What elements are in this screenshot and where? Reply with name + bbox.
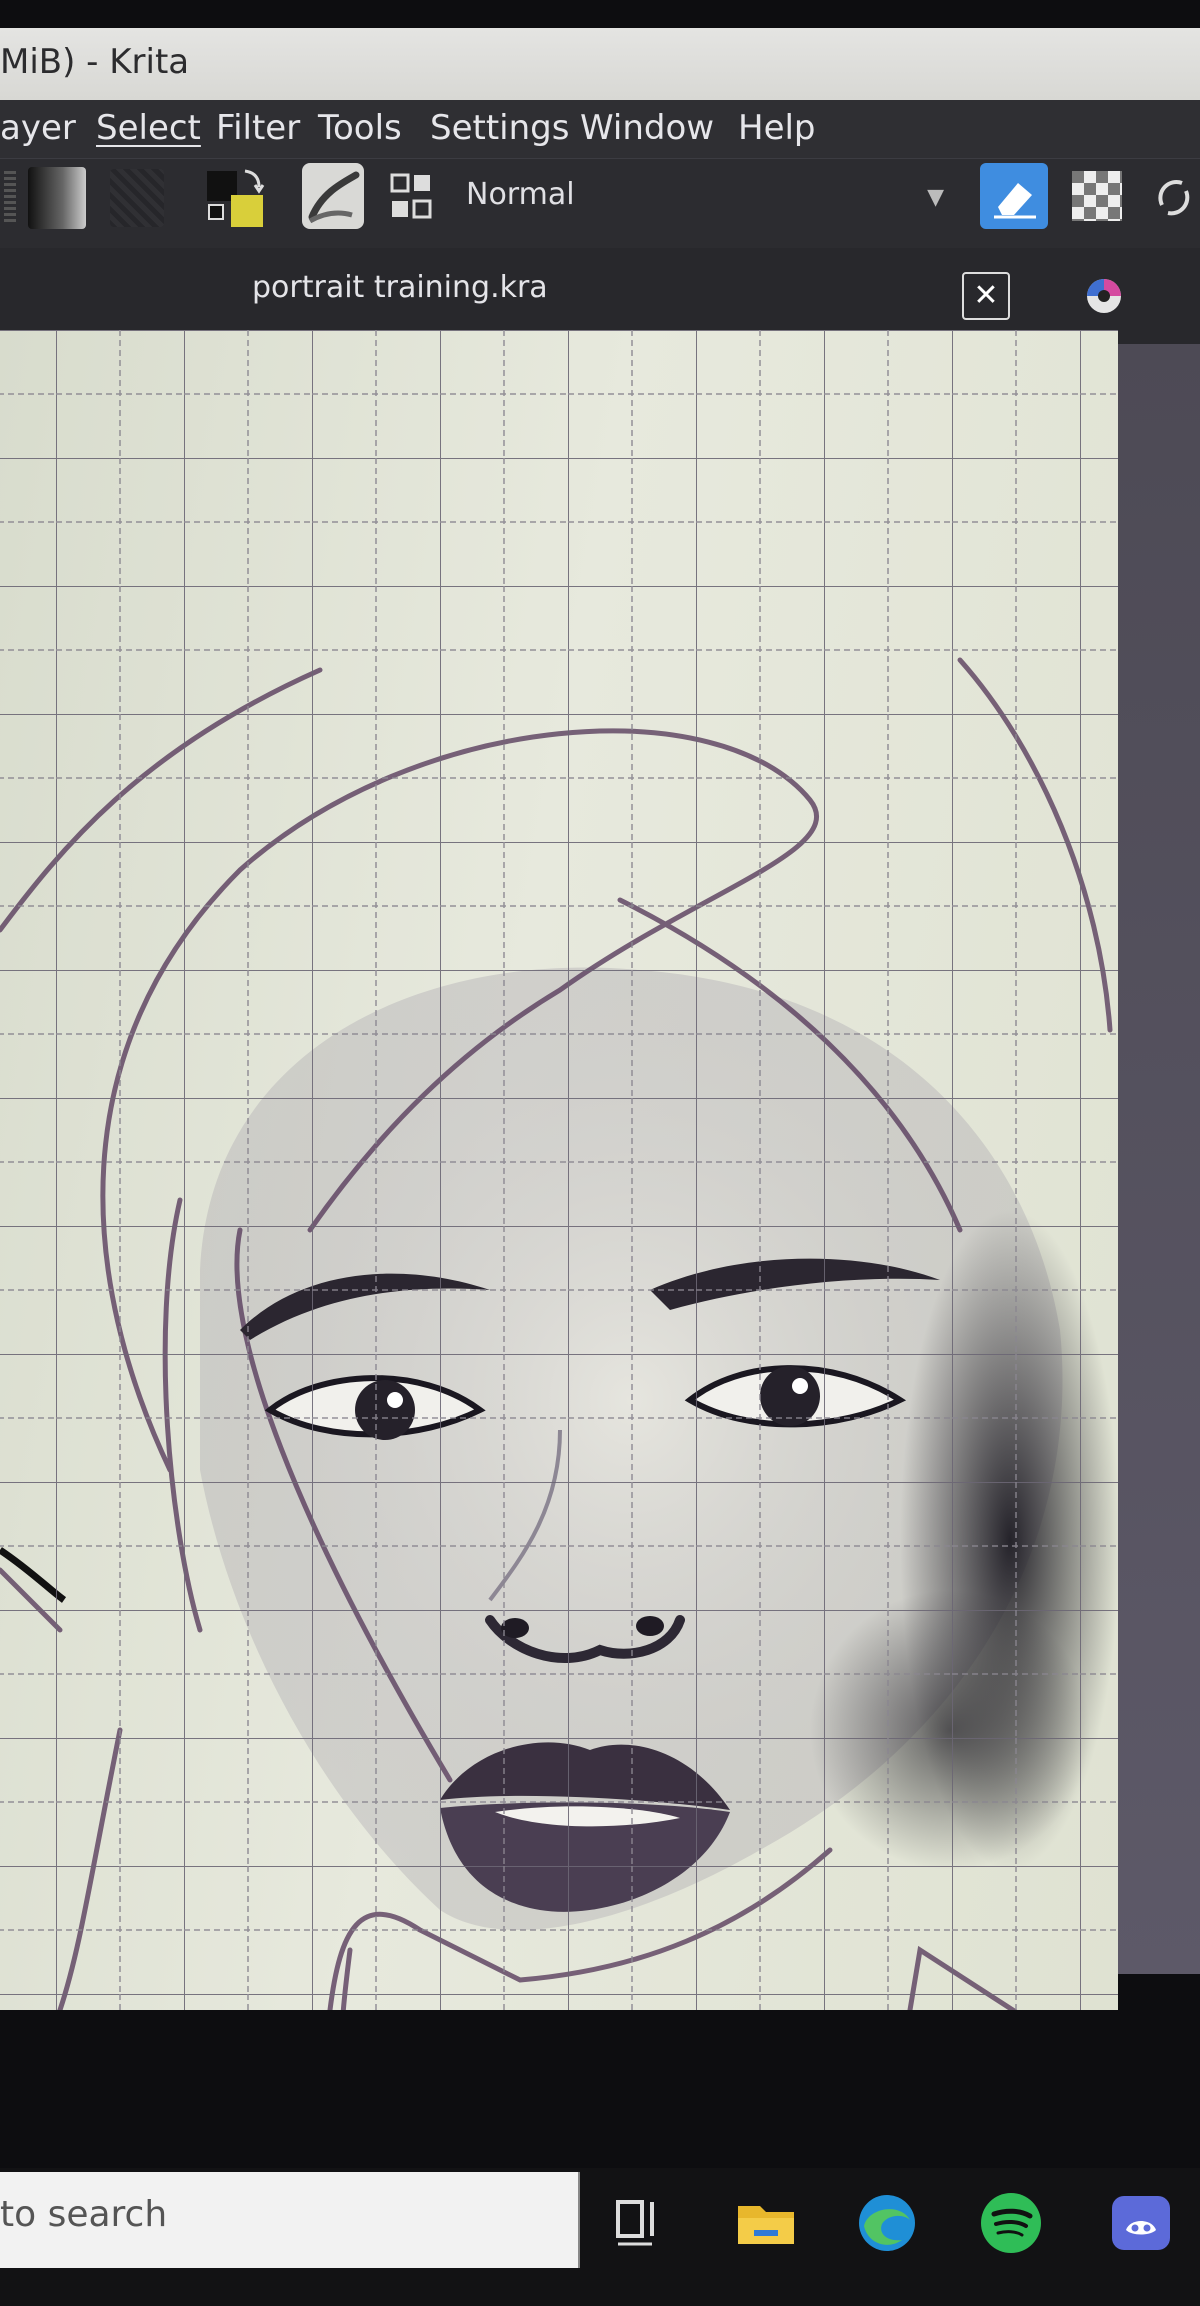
edge-icon[interactable] bbox=[852, 2188, 922, 2258]
menu-settings[interactable]: Settings bbox=[430, 108, 569, 148]
alpha-lock-icon[interactable] bbox=[1072, 171, 1122, 221]
document-tab-title[interactable]: portrait training.kra bbox=[252, 270, 548, 305]
task-view-icon[interactable] bbox=[610, 2188, 680, 2258]
menu-select[interactable]: Select bbox=[96, 108, 201, 148]
color-wheel-icon[interactable] bbox=[1084, 276, 1124, 316]
taskbar-search-box[interactable]: to search bbox=[0, 2172, 580, 2268]
menu-layer[interactable]: ayer bbox=[0, 108, 76, 148]
window-titlebar: MiB) - Krita bbox=[0, 28, 1200, 102]
portrait-artwork bbox=[0, 330, 1118, 2010]
reload-icon[interactable] bbox=[1148, 169, 1200, 225]
blend-mode-select[interactable]: Normal ▼ bbox=[458, 169, 958, 227]
close-document-button[interactable]: ✕ bbox=[962, 272, 1010, 320]
search-placeholder: to search bbox=[0, 2194, 168, 2235]
gradient-icon[interactable] bbox=[28, 167, 86, 229]
window-title: MiB) - Krita bbox=[0, 42, 190, 82]
color-swap-icon[interactable] bbox=[205, 165, 267, 231]
toolbar-grip-icon[interactable] bbox=[4, 171, 16, 225]
menu-bar: ayer Select Filter Tools Settings Window… bbox=[0, 100, 1200, 158]
chevron-down-icon: ▼ bbox=[927, 185, 944, 210]
menu-window[interactable]: Window bbox=[580, 108, 714, 148]
canvas-scroll-margin bbox=[1118, 344, 1200, 1974]
menu-tools[interactable]: Tools bbox=[318, 108, 402, 148]
blend-mode-value: Normal bbox=[466, 177, 575, 212]
canvas-area[interactable] bbox=[0, 330, 1200, 2010]
drawing-canvas[interactable] bbox=[0, 330, 1118, 2010]
eraser-mode-icon[interactable] bbox=[980, 163, 1048, 229]
pattern-icon[interactable] bbox=[110, 169, 164, 227]
menu-help[interactable]: Help bbox=[738, 108, 816, 148]
spotify-icon[interactable] bbox=[976, 2188, 1046, 2258]
menu-filter[interactable]: Filter bbox=[216, 108, 300, 148]
presets-grid-icon[interactable] bbox=[388, 169, 436, 227]
windows-taskbar: to search bbox=[0, 2168, 1200, 2306]
brush-preset-icon[interactable] bbox=[302, 163, 364, 229]
toolbar: Normal ▼ bbox=[0, 158, 1200, 251]
file-explorer-icon[interactable] bbox=[732, 2188, 802, 2258]
discord-icon[interactable] bbox=[1106, 2188, 1176, 2258]
